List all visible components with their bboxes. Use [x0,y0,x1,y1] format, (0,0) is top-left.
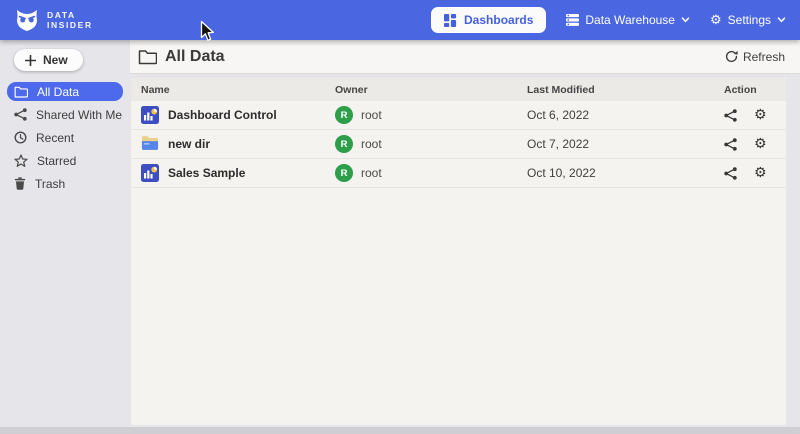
gear-icon[interactable]: ⚙ [754,108,767,122]
owner-name: root [361,166,382,180]
file-name[interactable]: new dir [168,137,210,151]
sidebar-item-label: Trash [35,177,65,191]
main-content: All Data Refresh Name Owner Last Modifie… [130,40,800,434]
table-row[interactable]: new dir R root Oct 7, 2022 ⚙ [131,130,786,159]
sidebar-item-trash[interactable]: Trash [0,172,130,195]
last-modified: Oct 7, 2022 [527,137,724,151]
share-icon [14,108,27,121]
table-header-row: Name Owner Last Modified Action [131,78,786,101]
owner-avatar: R [335,106,353,124]
name-cell: Dashboard Control [131,106,335,124]
folder-icon [14,86,28,98]
dashboards-button[interactable]: Dashboards [431,7,546,33]
table-row[interactable]: Sales Sample R root Oct 10, 2022 ⚙ [131,159,786,188]
owner-cell: R root [335,106,527,124]
column-header-action: Action [724,84,786,96]
refresh-button[interactable]: Refresh [725,50,785,64]
name-cell: new dir [131,135,335,153]
sidebar-item-all-data[interactable]: All Data [7,82,123,101]
settings-menu[interactable]: ⚙ Settings [710,13,786,27]
database-icon [566,14,579,26]
brand-text: DATA INSIDER [47,10,93,30]
owner-name: root [361,137,382,151]
page-header: All Data Refresh [130,40,800,74]
top-navbar: DATA INSIDER Dashboards [0,0,800,40]
owner-name: root [361,108,382,122]
settings-label: Settings [728,13,771,27]
sidebar-item-label: Shared With Me [36,108,122,122]
new-button-label: New [43,53,68,67]
data-warehouse-label: Data Warehouse [585,13,675,27]
action-cell: ⚙ [724,137,786,151]
sidebar-item-label: Recent [36,131,74,145]
gear-icon[interactable]: ⚙ [754,137,767,151]
column-header-last-modified: Last Modified [527,84,724,96]
column-header-owner: Owner [335,84,527,96]
file-name[interactable]: Dashboard Control [168,108,277,122]
page-title: All Data [138,48,225,66]
page-title-text: All Data [165,48,225,66]
chevron-down-icon [777,17,786,23]
clock-icon [14,131,27,144]
share-icon[interactable] [724,167,737,180]
sidebar-item-recent[interactable]: Recent [0,126,130,149]
owner-avatar: R [335,164,353,182]
file-name[interactable]: Sales Sample [168,166,245,180]
refresh-label: Refresh [743,50,785,64]
owl-logo-icon [14,9,40,32]
owner-avatar: R [335,135,353,153]
last-modified: Oct 10, 2022 [527,166,724,180]
file-table: Name Owner Last Modified Action D [131,78,786,425]
dashboard-file-icon [141,164,159,182]
last-modified: Oct 6, 2022 [527,108,724,122]
gear-icon[interactable]: ⚙ [754,166,767,180]
gear-icon: ⚙ [710,14,722,27]
action-cell: ⚙ [724,108,786,122]
sidebar: New All Data Shared With Me Recent [0,40,130,427]
sidebar-item-shared-with-me[interactable]: Shared With Me [0,103,130,126]
window-bottom-edge [0,427,800,434]
dashboards-label: Dashboards [464,13,533,27]
share-icon[interactable] [724,109,737,122]
folder-icon [138,49,157,65]
star-icon [14,154,28,167]
name-cell: Sales Sample [131,164,335,182]
brand-logo[interactable]: DATA INSIDER [14,9,93,32]
owner-cell: R root [335,164,527,182]
data-warehouse-menu[interactable]: Data Warehouse [566,13,690,27]
refresh-icon [725,50,738,63]
column-header-name: Name [131,84,335,96]
plus-icon [25,55,36,66]
new-button[interactable]: New [14,49,83,71]
sidebar-item-label: Starred [37,154,76,168]
dashboard-file-icon [141,106,159,124]
dashboard-grid-icon [444,14,457,27]
share-icon[interactable] [724,138,737,151]
folder-file-icon [141,135,159,153]
sidebar-item-starred[interactable]: Starred [0,149,130,172]
sidebar-item-label: All Data [37,85,79,99]
table-row[interactable]: Dashboard Control R root Oct 6, 2022 ⚙ [131,101,786,130]
chevron-down-icon [681,17,690,23]
action-cell: ⚙ [724,166,786,180]
trash-icon [14,177,26,190]
owner-cell: R root [335,135,527,153]
navbar-menu: Dashboards Data Warehouse ⚙ Settings [431,7,786,33]
